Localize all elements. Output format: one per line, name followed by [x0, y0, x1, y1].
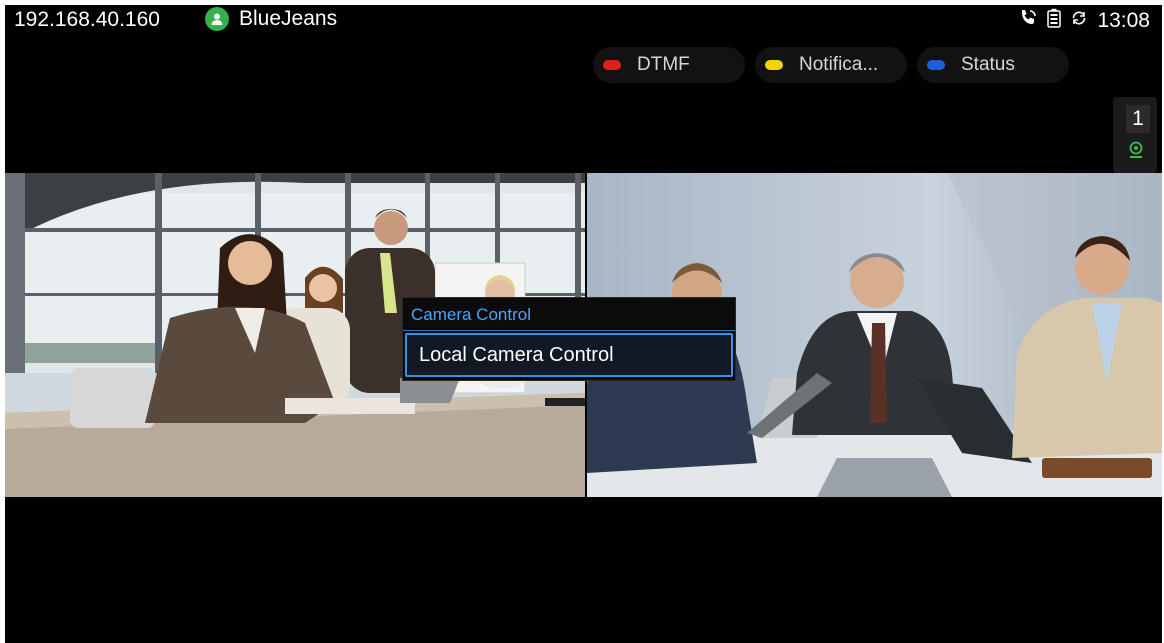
ip-address: 192.168.40.160	[14, 8, 160, 31]
account-icon	[205, 7, 229, 31]
participant-badge[interactable]: 1	[1113, 97, 1157, 173]
status-softkey[interactable]: Status	[917, 47, 1069, 83]
camera-control-menu: Camera Control Local Camera Control	[402, 297, 736, 381]
yellow-dot-icon	[765, 60, 783, 70]
red-dot-icon	[603, 60, 621, 70]
divider	[403, 330, 735, 331]
system-icons: 13:08	[1018, 8, 1150, 33]
blue-dot-icon	[927, 60, 945, 70]
account-name: BlueJeans	[239, 7, 338, 30]
battery-icon	[1047, 8, 1062, 33]
clock: 13:08	[1097, 8, 1150, 32]
menu-item-label: Local Camera Control	[419, 343, 614, 366]
dtmf-softkey[interactable]: DTMF	[593, 47, 745, 83]
softkey-bar: DTMF Notifica... Status	[593, 47, 1069, 83]
status-bar: 192.168.40.160 BlueJeans 13:08	[5, 5, 1162, 37]
camera-indicator-icon	[1127, 141, 1145, 164]
call-icon	[1018, 8, 1038, 33]
softkey-label: Status	[961, 54, 1015, 75]
local-camera-control-option[interactable]: Local Camera Control	[405, 333, 733, 377]
menu-title: Camera Control	[411, 305, 531, 324]
participant-count: 1	[1126, 105, 1150, 133]
notifications-softkey[interactable]: Notifica...	[755, 47, 907, 83]
account-indicator: BlueJeans	[205, 7, 337, 31]
softkey-label: DTMF	[637, 54, 690, 75]
sync-icon	[1070, 9, 1088, 32]
softkey-label: Notifica...	[799, 54, 879, 75]
call-screen: 192.168.40.160 BlueJeans 13:08 DTMF Noti…	[5, 5, 1162, 643]
